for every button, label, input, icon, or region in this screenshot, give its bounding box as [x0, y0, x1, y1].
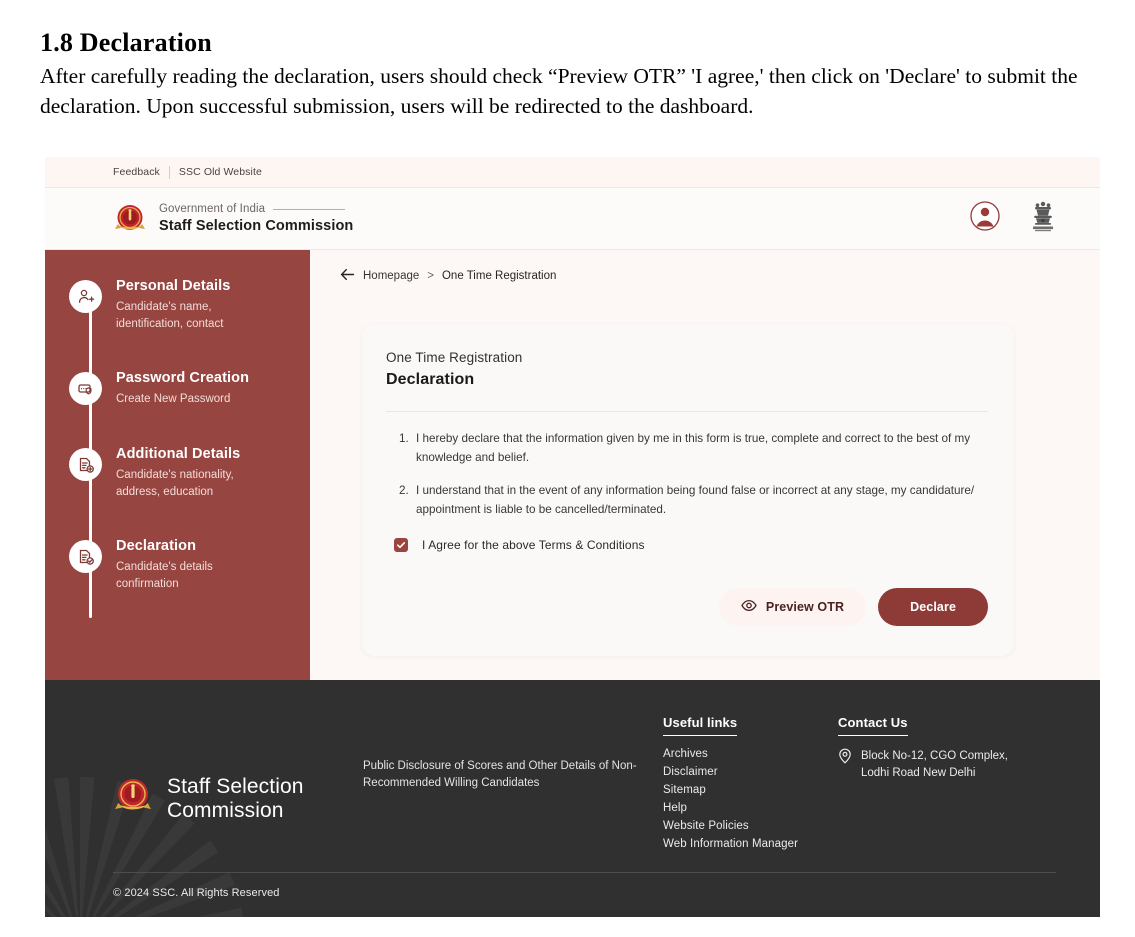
contact-address: Block No-12, CGO Complex, Lodhi Road New…	[861, 750, 1008, 779]
agree-row[interactable]: I Agree for the above Terms & Conditions	[394, 537, 988, 552]
footer-link-disclaimer[interactable]: Disclaimer	[663, 766, 838, 778]
feedback-link[interactable]: Feedback	[113, 166, 169, 178]
sidebar-step-additional-details[interactable]: Additional Details Candidate's nationali…	[69, 446, 310, 500]
utility-bar: Feedback SSC Old Website	[45, 157, 1100, 188]
useful-links-heading: Useful links	[663, 715, 738, 736]
footer-brand-line1: Staff Selection	[167, 775, 304, 799]
footer-link-web-information-manager[interactable]: Web Information Manager	[663, 838, 838, 850]
location-pin-icon	[838, 748, 852, 781]
agree-label: I Agree for the above Terms & Conditions	[422, 537, 645, 552]
declaration-item: I hereby declare that the information gi…	[412, 430, 988, 468]
step-subtitle: Create New Password	[116, 393, 231, 406]
breadcrumb-separator: >	[427, 270, 434, 282]
footer-link-archives[interactable]: Archives	[663, 748, 838, 760]
step-title: Additional Details	[116, 446, 241, 463]
ssc-logo-icon	[113, 202, 147, 236]
contact-address-row: Block No-12, CGO Complex, Lodhi Road New…	[838, 748, 1038, 781]
footer-brand: Staff Selection Commission	[113, 714, 363, 856]
step-title: Personal Details	[116, 278, 231, 294]
password-shield-icon	[69, 372, 102, 406]
site-header: Government of India Staff Selection Comm…	[45, 188, 1100, 250]
footer-useful-links: Useful links Archives Disclaimer Sitemap…	[663, 714, 838, 856]
brand-rule	[273, 208, 346, 210]
gov-of-india-label: Government of India	[159, 202, 266, 215]
user-avatar-icon[interactable]	[970, 201, 1000, 236]
footer-brand-line2: Commission	[167, 799, 284, 822]
step-subtitle: Candidate's details confirmation	[116, 561, 213, 591]
site-footer: Staff Selection Commission Public Disclo…	[45, 680, 1100, 917]
footer-link-website-policies[interactable]: Website Policies	[663, 820, 838, 832]
step-subtitle: Candidate's nationality, address, educat…	[116, 469, 234, 498]
agree-checkbox[interactable]	[394, 537, 408, 552]
header-actions	[970, 200, 1056, 237]
card-eyebrow: One Time Registration	[386, 350, 523, 365]
sidebar-step-password-creation[interactable]: Password Creation Create New Password	[69, 370, 310, 408]
sidebar-step-personal-details[interactable]: Personal Details Candidate's name, ident…	[69, 278, 310, 332]
footer-contact: Contact Us Block No-12, CGO Complex, Lod…	[838, 714, 1038, 856]
section-heading: 1.8 Declaration	[40, 28, 212, 57]
card-title: Declaration	[386, 371, 475, 388]
step-title: Declaration	[116, 538, 197, 555]
user-plus-icon	[69, 280, 102, 313]
app-body: Personal Details Candidate's name, ident…	[45, 250, 1100, 680]
eye-icon	[741, 599, 757, 615]
step-title: Password Creation	[116, 370, 250, 387]
preview-otr-label: Preview OTR	[765, 599, 845, 614]
brand-lockup[interactable]: Government of India Staff Selection Comm…	[113, 202, 353, 236]
footer-link-sitemap[interactable]: Sitemap	[663, 784, 838, 796]
breadcrumb-home-link[interactable]: Homepage	[363, 270, 419, 282]
breadcrumb-current: One Time Registration	[441, 270, 557, 282]
main-content: Homepage > One Time Registration One Tim…	[310, 250, 1100, 680]
declare-button[interactable]: Declare	[878, 587, 988, 626]
preview-otr-button[interactable]: Preview OTR	[718, 587, 867, 626]
org-name: Staff Selection Commission	[159, 217, 354, 234]
ssc-logo-icon	[113, 776, 153, 823]
document-check-icon	[69, 540, 102, 574]
breadcrumb: Homepage > One Time Registration	[340, 268, 1072, 284]
declaration-list: I hereby declare that the information gi…	[386, 430, 988, 520]
step-subtitle: Candidate's name, identification, contac…	[116, 301, 224, 330]
footer-divider	[113, 872, 1056, 873]
stepper-list: Personal Details Candidate's name, ident…	[45, 278, 310, 618]
document-text-block: 1.8 Declaration After carefully reading …	[40, 28, 1105, 122]
footer-link-help[interactable]: Help	[663, 802, 838, 814]
footer-disclosure: Public Disclosure of Scores and Other De…	[363, 760, 637, 790]
document-plus-icon	[69, 448, 102, 482]
section-paragraph: After carefully reading the declaration,…	[40, 63, 1078, 119]
gov-line: Government of India	[159, 203, 353, 216]
declaration-item: I understand that in the event of any in…	[412, 482, 988, 520]
card-actions: Preview OTR Declare	[386, 587, 988, 626]
sidebar-step-declaration[interactable]: Declaration Candidate's details confirma…	[69, 538, 310, 592]
brand-text: Government of India Staff Selection Comm…	[159, 203, 353, 235]
registration-stepper-sidebar: Personal Details Candidate's name, ident…	[45, 250, 310, 680]
card-divider	[386, 411, 988, 412]
footer-columns: Staff Selection Commission Public Disclo…	[113, 714, 1056, 856]
contact-us-heading: Contact Us	[838, 715, 908, 736]
footer-copyright: © 2024 SSC. All Rights Reserved	[113, 887, 280, 899]
footer-brand-name: Staff Selection Commission	[167, 775, 304, 822]
ssc-old-website-link[interactable]: SSC Old Website	[170, 166, 271, 178]
national-emblem-icon	[1030, 200, 1056, 237]
arrow-left-icon[interactable]	[340, 268, 355, 284]
app-screenshot: Feedback SSC Old Website Government of I…	[45, 157, 1100, 917]
declaration-card: One Time Registration Declaration I here…	[362, 324, 1014, 656]
